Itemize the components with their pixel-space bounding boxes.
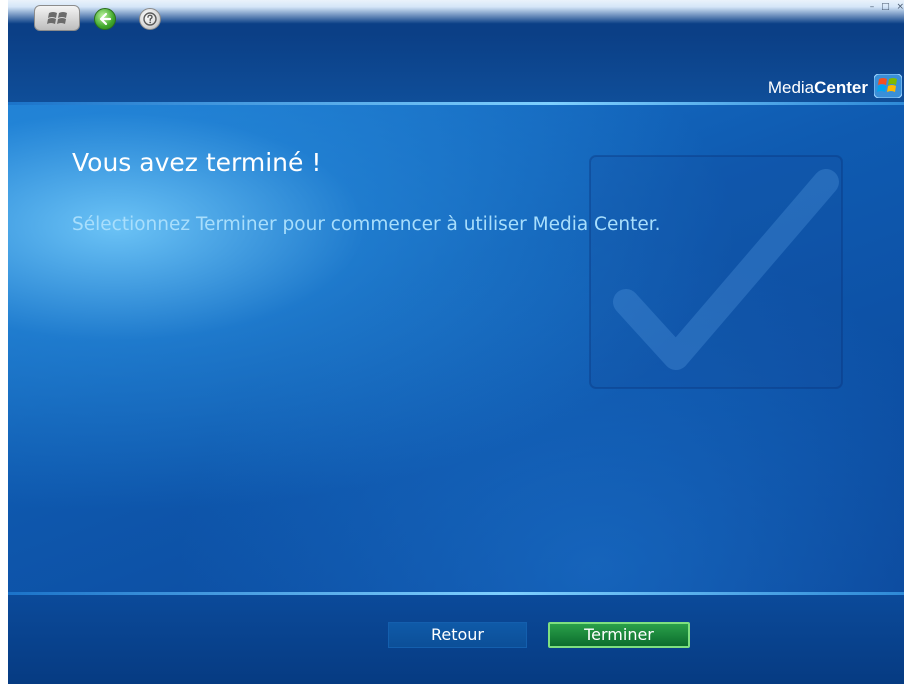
windows-start-icon xyxy=(47,12,67,24)
close-button[interactable]: × xyxy=(896,2,904,12)
back-arrow-icon xyxy=(99,12,112,26)
restore-button[interactable]: □ xyxy=(881,2,892,12)
media-center-window: – □ × MediaCenter Vous avez terminé ! Sé… xyxy=(8,0,904,684)
page-title: Vous avez terminé ! xyxy=(72,148,322,177)
windows-flag-icon xyxy=(874,74,902,98)
back-button[interactable] xyxy=(94,8,116,30)
window-controls: – □ × xyxy=(870,2,904,12)
instruction-text: Sélectionnez Terminer pour commencer à u… xyxy=(72,214,661,235)
start-button[interactable] xyxy=(34,5,80,31)
finish-button[interactable]: Terminer xyxy=(548,622,690,648)
help-button[interactable] xyxy=(139,8,161,30)
checkmark-icon xyxy=(589,155,843,389)
back-nav-button[interactable]: Retour xyxy=(388,622,527,648)
help-icon xyxy=(143,12,157,26)
logo-text-media: Media xyxy=(767,78,815,97)
minimize-button[interactable]: – xyxy=(870,2,877,12)
media-center-logo: MediaCenter xyxy=(768,78,868,98)
logo-text-center: Center xyxy=(814,78,868,97)
